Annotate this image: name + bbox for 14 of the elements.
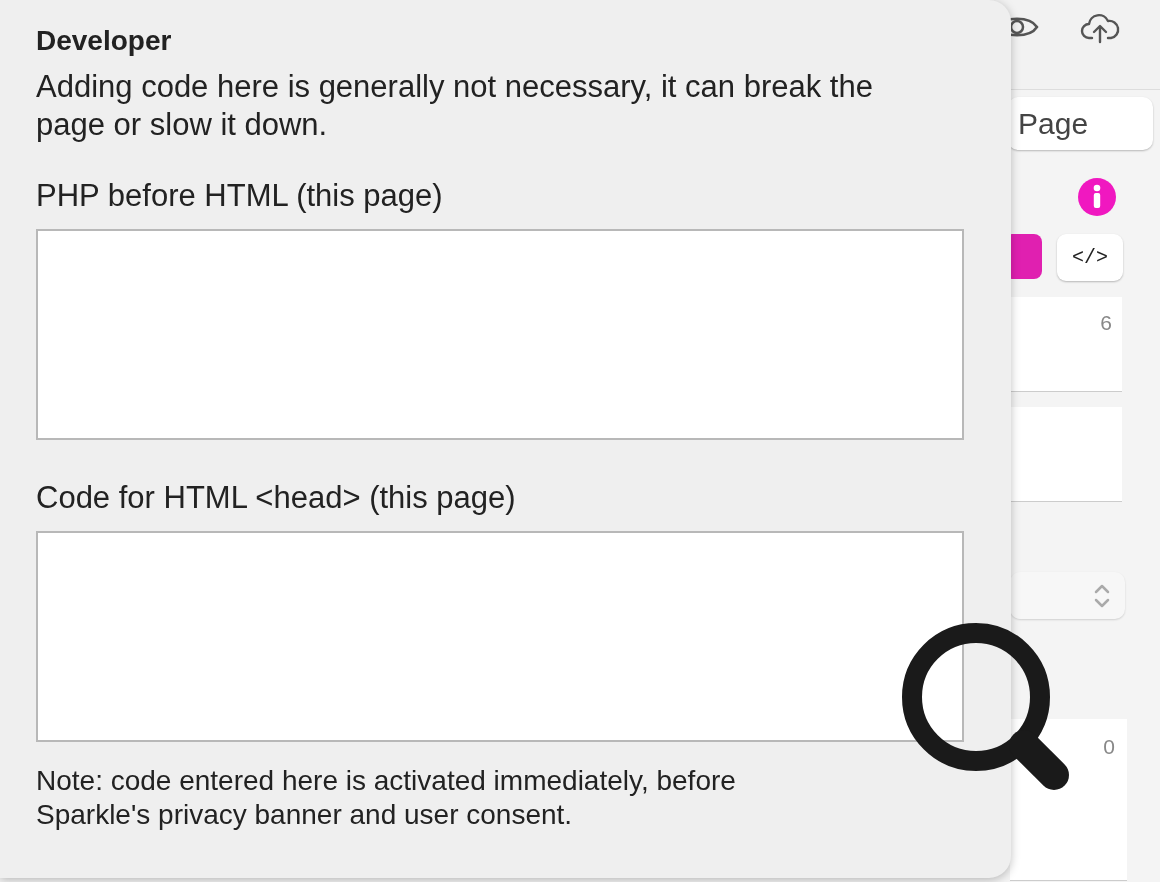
page-tab[interactable]: Page — [1008, 97, 1153, 150]
number-field[interactable] — [1010, 407, 1122, 502]
code-input-field[interactable] — [36, 531, 964, 742]
description-text: Adding code here is generally not necessary, it can break the page or slow it down. — [36, 68, 874, 144]
code-button[interactable]: </> — [1057, 234, 1123, 281]
number-field[interactable]: 6 — [1010, 297, 1122, 392]
note-text: Note: code entered here is activated immediately, before Sparkle's privacy banner and user consent. — [36, 764, 737, 832]
popover-title: Developer — [36, 26, 173, 56]
info-icon[interactable] — [1078, 178, 1116, 216]
field-label: PHP before HTML (this page) — [36, 180, 444, 212]
cloud-upload-icon[interactable] — [1080, 12, 1120, 44]
select-field[interactable] — [1010, 572, 1125, 619]
field-label: Code for HTML <head> (this page) — [36, 482, 517, 514]
code-input-field[interactable] — [36, 229, 964, 440]
